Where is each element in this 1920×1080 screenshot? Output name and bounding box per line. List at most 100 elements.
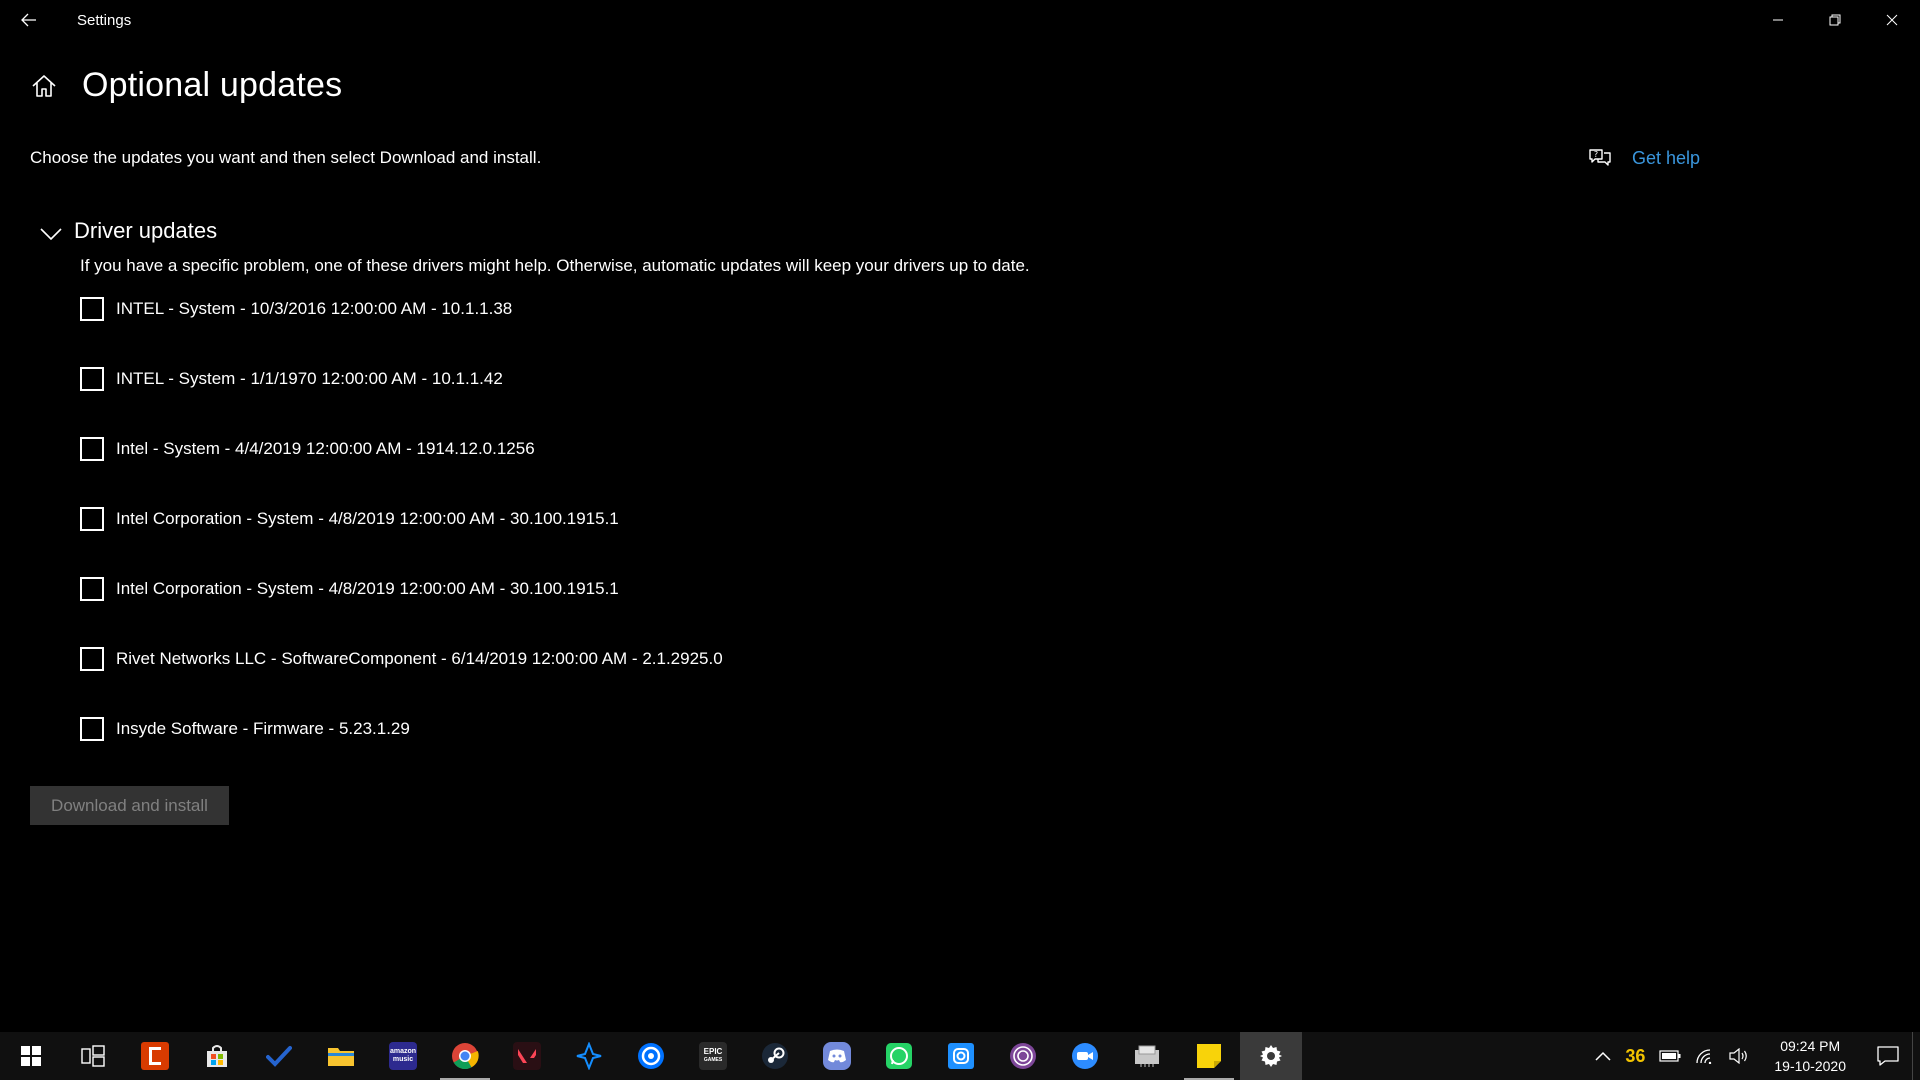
driver-checkbox[interactable] [80,297,104,321]
driver-label: Intel - System - 4/4/2019 12:00:00 AM - … [116,439,535,458]
chevron-down-icon [40,228,62,241]
battery-indicator[interactable] [1652,1032,1688,1080]
chevron-up-icon [1595,1051,1611,1061]
wifi-icon [1696,1049,1712,1064]
taskbar-app-zoom[interactable] [1054,1032,1116,1080]
taskbar: amazon music EPIC GAMES 36 09:24 PM 19-1… [0,1032,1920,1080]
clock-date: 19-10-2020 [1774,1058,1846,1074]
driver-item[interactable]: Intel Corporation - System - 4/8/2019 12… [80,576,723,646]
driver-item[interactable]: INTEL - System - 1/1/1970 12:00:00 AM - … [80,366,723,436]
driver-updates-toggle[interactable]: Driver updates [40,216,1140,246]
back-button[interactable] [0,0,58,40]
restore-button[interactable] [1806,0,1863,40]
taskbar-app-instagram[interactable] [930,1032,992,1080]
driver-updates-section: Driver updates If you have a specific pr… [40,216,1140,276]
system-tray: 36 09:24 PM 19-10-2020 [1588,1032,1920,1080]
taskbar-app-office[interactable] [124,1032,186,1080]
amazon-music-icon: amazon music [389,1042,417,1070]
driver-checkbox[interactable] [80,717,104,741]
windows-logo-icon [21,1046,41,1066]
taskbar-app-tor-browser[interactable] [992,1032,1054,1080]
show-hidden-icons-button[interactable] [1588,1032,1618,1080]
office-icon [141,1042,169,1070]
driver-item[interactable]: Intel Corporation - System - 4/8/2019 12… [80,506,723,576]
minimize-button[interactable] [1749,0,1806,40]
driver-checkbox[interactable] [80,437,104,461]
task-view-icon [81,1045,105,1067]
back-arrow-icon [21,13,36,27]
driver-checkbox[interactable] [80,507,104,531]
taskbar-app-battle-net[interactable] [558,1032,620,1080]
tor-icon [1010,1043,1036,1069]
svg-text:?: ? [1594,150,1598,159]
battery-icon [1659,1050,1681,1062]
driver-label: Rivet Networks LLC - SoftwareComponent -… [116,649,723,668]
get-help-label: Get help [1632,147,1701,168]
driver-list: INTEL - System - 10/3/2016 12:00:00 AM -… [80,296,723,786]
chrome-icon [452,1043,479,1070]
taskbar-app-sticky-notes[interactable] [1178,1032,1240,1080]
driver-checkbox[interactable] [80,647,104,671]
chip-icon [1135,1045,1159,1067]
title-bar: Settings [0,0,1920,40]
tray-badge-number: 36 [1625,1045,1646,1066]
taskbar-app-epic-games[interactable]: EPIC GAMES [682,1032,744,1080]
page-title: Optional updates [82,66,343,104]
page-description: Choose the updates you want and then sel… [30,148,542,167]
window-controls [1749,0,1920,40]
driver-label: Insyde Software - Firmware - 5.23.1.29 [116,719,410,738]
volume-indicator[interactable] [1722,1032,1756,1080]
window-title: Settings [77,11,132,29]
folder-icon [328,1048,354,1066]
taskbar-app-discord[interactable] [806,1032,868,1080]
driver-item[interactable]: Rivet Networks LLC - SoftwareComponent -… [80,646,723,716]
driver-item[interactable]: Intel - System - 4/4/2019 12:00:00 AM - … [80,436,723,506]
clock[interactable]: 09:24 PM 19-10-2020 [1756,1036,1864,1076]
driver-checkbox[interactable] [80,577,104,601]
taskbar-app-amazon-music[interactable]: amazon music [372,1032,434,1080]
page-header: Optional updates [30,66,342,105]
section-description: If you have a specific problem, one of t… [80,256,1030,275]
valorant-icon [513,1042,541,1070]
tray-badge[interactable]: 36 [1618,1032,1652,1080]
taskbar-app-store[interactable] [186,1032,248,1080]
show-desktop-button[interactable] [1912,1032,1920,1080]
section-title: Driver updates [74,218,218,243]
driver-item[interactable]: Insyde Software - Firmware - 5.23.1.29 [80,716,723,786]
taskbar-app-settings[interactable] [1240,1032,1302,1080]
clock-time: 09:24 PM [1780,1038,1841,1054]
taskbar-app-file-explorer[interactable] [310,1032,372,1080]
help-chat-icon: ? [1589,149,1611,166]
close-button[interactable] [1863,0,1920,40]
taskbar-app-steam[interactable] [744,1032,806,1080]
taskbar-app-chrome[interactable] [434,1032,496,1080]
driver-checkbox[interactable] [80,367,104,391]
taskbar-app-cpu-tool[interactable] [1116,1032,1178,1080]
gear-icon [1260,1045,1282,1067]
discord-icon [823,1042,851,1070]
get-help-link[interactable]: ? Get help [1588,146,1700,170]
home-icon[interactable] [30,72,58,100]
action-center-button[interactable] [1864,1032,1912,1080]
whatsapp-icon [886,1043,912,1069]
taskbar-app-todo[interactable] [248,1032,310,1080]
driver-item[interactable]: INTEL - System - 10/3/2016 12:00:00 AM -… [80,296,723,366]
start-button[interactable] [0,1032,62,1080]
close-icon [1886,14,1897,26]
instagram-icon [948,1043,974,1069]
store-icon [207,1045,227,1067]
driver-label: Intel Corporation - System - 4/8/2019 12… [116,579,619,598]
download-and-install-button[interactable]: Download and install [30,786,229,825]
speaker-icon [1729,1048,1748,1064]
taskbar-app-task-view[interactable] [62,1032,124,1080]
driver-label: Intel Corporation - System - 4/8/2019 12… [116,509,619,528]
taskbar-app-whatsapp[interactable] [868,1032,930,1080]
restore-icon [1829,14,1840,26]
taskbar-app-uplay[interactable] [620,1032,682,1080]
taskbar-app-valorant[interactable] [496,1032,558,1080]
todo-icon [266,1046,292,1067]
epic-games-icon: EPIC GAMES [699,1042,727,1070]
network-indicator[interactable] [1688,1032,1722,1080]
driver-label: INTEL - System - 10/3/2016 12:00:00 AM -… [116,299,513,318]
notification-icon [1877,1046,1899,1066]
